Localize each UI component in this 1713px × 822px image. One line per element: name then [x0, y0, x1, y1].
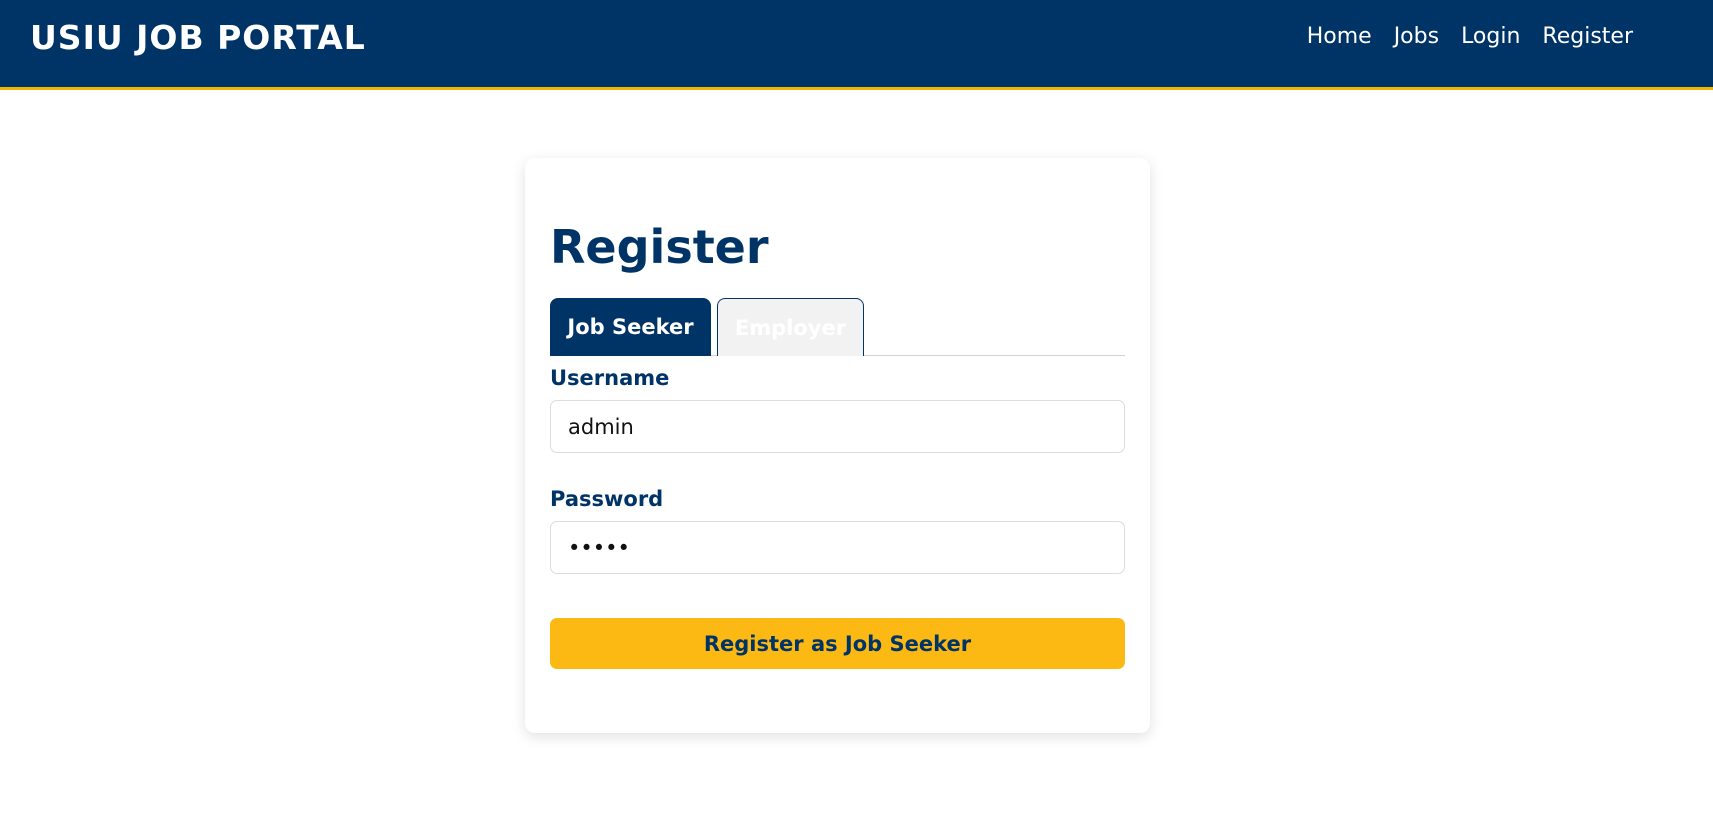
account-type-tabs: Job Seeker Employer [550, 298, 1125, 356]
tab-employer[interactable]: Employer [717, 298, 864, 356]
nav-link-home[interactable]: Home [1307, 24, 1372, 49]
main-nav: Home Jobs Login Register [1307, 24, 1633, 49]
page-title: Register [550, 220, 769, 274]
tab-job-seeker[interactable]: Job Seeker [550, 298, 711, 356]
register-card: Register Job Seeker Employer Username Pa… [525, 158, 1150, 733]
register-button[interactable]: Register as Job Seeker [550, 618, 1125, 669]
nav-link-register[interactable]: Register [1542, 24, 1633, 49]
username-input[interactable] [550, 400, 1125, 453]
top-navbar: USIU JOB PORTAL Home Jobs Login Register [0, 0, 1713, 90]
username-label: Username [550, 366, 670, 390]
nav-link-jobs[interactable]: Jobs [1394, 24, 1439, 49]
nav-link-login[interactable]: Login [1461, 24, 1520, 49]
password-input[interactable] [550, 521, 1125, 574]
site-brand[interactable]: USIU JOB PORTAL [30, 18, 366, 57]
password-label: Password [550, 487, 664, 511]
